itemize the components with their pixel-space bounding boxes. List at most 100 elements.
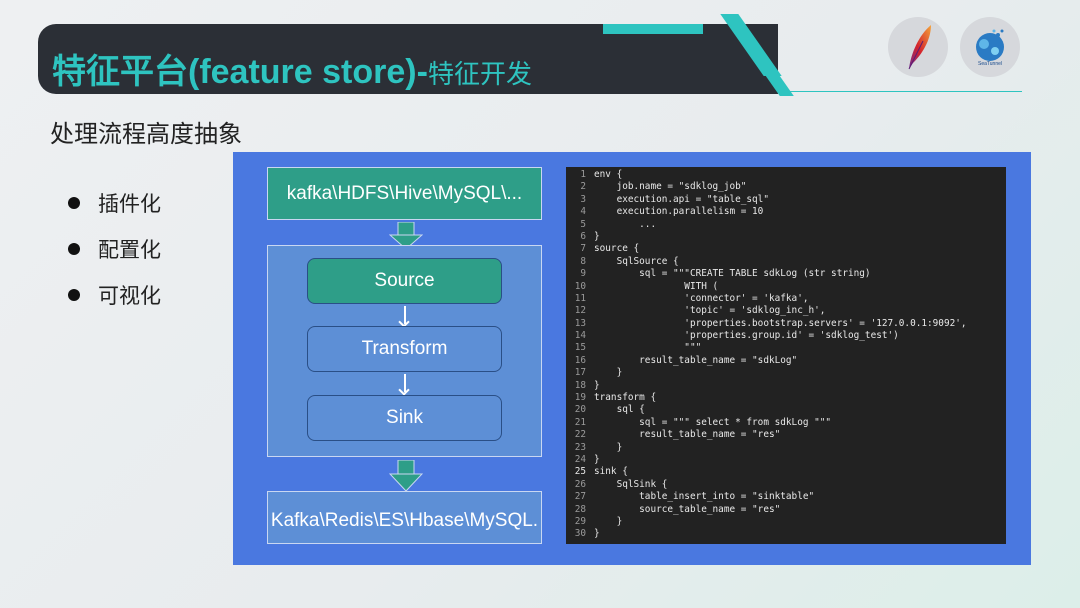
seatunnel-logo-text: SeaTunnel xyxy=(978,61,1002,67)
code-text: env { xyxy=(594,169,623,180)
code-text: """ xyxy=(594,342,702,354)
line-number: 25 xyxy=(574,466,586,478)
code-line: 1 env { xyxy=(566,169,1006,181)
source-stage: Source xyxy=(307,258,502,304)
bullet-dot-icon xyxy=(68,243,80,255)
code-text: } xyxy=(594,515,623,527)
line-number: 17 xyxy=(574,367,586,379)
line-number: 2 xyxy=(580,181,586,193)
code-line: 5 ... xyxy=(566,219,1006,231)
code-line: 26 SqlSink { xyxy=(566,479,1006,491)
seatunnel-logo: SeaTunnel xyxy=(960,17,1020,77)
code-line: 30} xyxy=(566,528,1006,540)
bullet-item: 可视化 xyxy=(68,272,161,318)
feature-bullet-list: 插件化 配置化 可视化 xyxy=(68,180,161,318)
line-number: 3 xyxy=(580,193,586,205)
code-line: 17 } xyxy=(566,367,1006,379)
page-title: 特征平台(feature store)-特征开发 xyxy=(52,44,532,93)
bullet-text: 配置化 xyxy=(98,238,161,262)
code-line: 22 result_table_name = "res" xyxy=(566,429,1006,441)
code-line: 13 'properties.bootstrap.servers' = '127… xyxy=(566,318,1006,330)
bullet-text: 可视化 xyxy=(98,284,161,308)
line-number: 18 xyxy=(574,379,586,391)
bullet-dot-icon xyxy=(68,197,80,209)
line-number: 27 xyxy=(574,491,586,503)
code-text: WITH ( xyxy=(594,280,719,292)
source-stage-label: Source xyxy=(374,270,435,291)
line-number: 13 xyxy=(574,317,586,329)
line-number: 28 xyxy=(574,503,586,515)
code-text: SqlSource { xyxy=(594,255,679,267)
code-text: ... xyxy=(594,218,657,230)
line-number: 9 xyxy=(580,268,586,280)
code-line: 25 sink { xyxy=(566,466,1006,478)
code-line: 6} xyxy=(566,231,1006,243)
code-line: 24} xyxy=(566,454,1006,466)
sink-systems-label: Kafka\Redis\ES\Hbase\MySQL. xyxy=(270,510,539,531)
bullet-text: 插件化 xyxy=(98,192,161,216)
line-number: 12 xyxy=(574,305,586,317)
code-line: 3 execution.api = "table_sql" xyxy=(566,194,1006,206)
line-number: 30 xyxy=(574,528,586,540)
code-text: job.name = "sdklog_job" xyxy=(594,181,747,193)
line-number: 11 xyxy=(574,292,586,304)
line-number: 8 xyxy=(580,255,586,267)
code-text: 'connector' = 'kafka', xyxy=(594,292,809,304)
code-line: 18} xyxy=(566,380,1006,392)
line-number: 29 xyxy=(574,515,586,527)
code-text: result_table_name = "res" xyxy=(594,429,781,441)
code-text: source_table_name = "res" xyxy=(594,503,781,515)
code-text: source { xyxy=(594,243,640,255)
code-text: } xyxy=(594,453,600,465)
code-text: table_insert_into = "sinktable" xyxy=(594,491,815,503)
line-number: 24 xyxy=(574,453,586,465)
code-text: result_table_name = "sdkLog" xyxy=(594,354,798,366)
line-number: 23 xyxy=(574,441,586,453)
code-text: execution.api = "table_sql" xyxy=(594,193,769,205)
code-text: } xyxy=(594,441,623,453)
line-number: 5 xyxy=(580,218,586,230)
code-line: 4 execution.parallelism = 10 xyxy=(566,206,1006,218)
code-text: SqlSink { xyxy=(594,478,668,490)
bullet-dot-icon xyxy=(68,289,80,301)
line-number: 15 xyxy=(574,342,586,354)
code-line: 23 } xyxy=(566,442,1006,454)
code-text: 'properties.bootstrap.servers' = '127.0.… xyxy=(594,317,967,329)
arrow-down-icon xyxy=(404,306,406,324)
code-line: 20 sql { xyxy=(566,404,1006,416)
code-line: 27 table_insert_into = "sinktable" xyxy=(566,491,1006,503)
source-systems-box: kafka\HDFS\Hive\MySQL\... xyxy=(267,167,542,220)
line-number: 21 xyxy=(574,416,586,428)
down-arrow-icon xyxy=(389,460,423,492)
code-text: 'properties.group.id' = 'sdklog_test') xyxy=(594,330,899,342)
slide-subtitle: 处理流程高度抽象 xyxy=(50,120,242,148)
code-line: 7 source { xyxy=(566,243,1006,255)
line-number: 10 xyxy=(574,280,586,292)
code-text: execution.parallelism = 10 xyxy=(594,206,764,218)
sink-stage-label: Sink xyxy=(386,407,423,428)
code-line: 14 'properties.group.id' = 'sdklog_test'… xyxy=(566,330,1006,342)
line-number: 16 xyxy=(574,354,586,366)
line-number: 20 xyxy=(574,404,586,416)
code-line: 10 WITH ( xyxy=(566,281,1006,293)
code-text: } xyxy=(594,379,600,391)
line-number: 6 xyxy=(580,230,586,242)
code-line: 2 job.name = "sdklog_job" xyxy=(566,181,1006,193)
code-text: sql { xyxy=(594,404,645,416)
code-line: 29 } xyxy=(566,516,1006,528)
code-line: 21 sql = """ select * from sdkLog """ xyxy=(566,417,1006,429)
arrow-down-icon xyxy=(404,374,406,392)
line-number: 4 xyxy=(580,206,586,218)
title-tab-accent xyxy=(603,24,703,34)
code-line: 8 SqlSource { xyxy=(566,256,1006,268)
code-line: 19 transform { xyxy=(566,392,1006,404)
transform-stage: Transform xyxy=(307,326,502,372)
sink-stage: Sink xyxy=(307,395,502,441)
code-text: } xyxy=(594,230,600,242)
apache-feather-logo xyxy=(888,17,948,77)
code-line: 9 sql = """CREATE TABLE sdkLog (str stri… xyxy=(566,268,1006,280)
code-text: 'topic' = 'sdklog_inc_h', xyxy=(594,305,826,317)
code-line: 28 source_table_name = "res" xyxy=(566,504,1006,516)
bullet-item: 插件化 xyxy=(68,180,161,226)
title-main: 特征平台(feature store)- xyxy=(52,53,428,91)
